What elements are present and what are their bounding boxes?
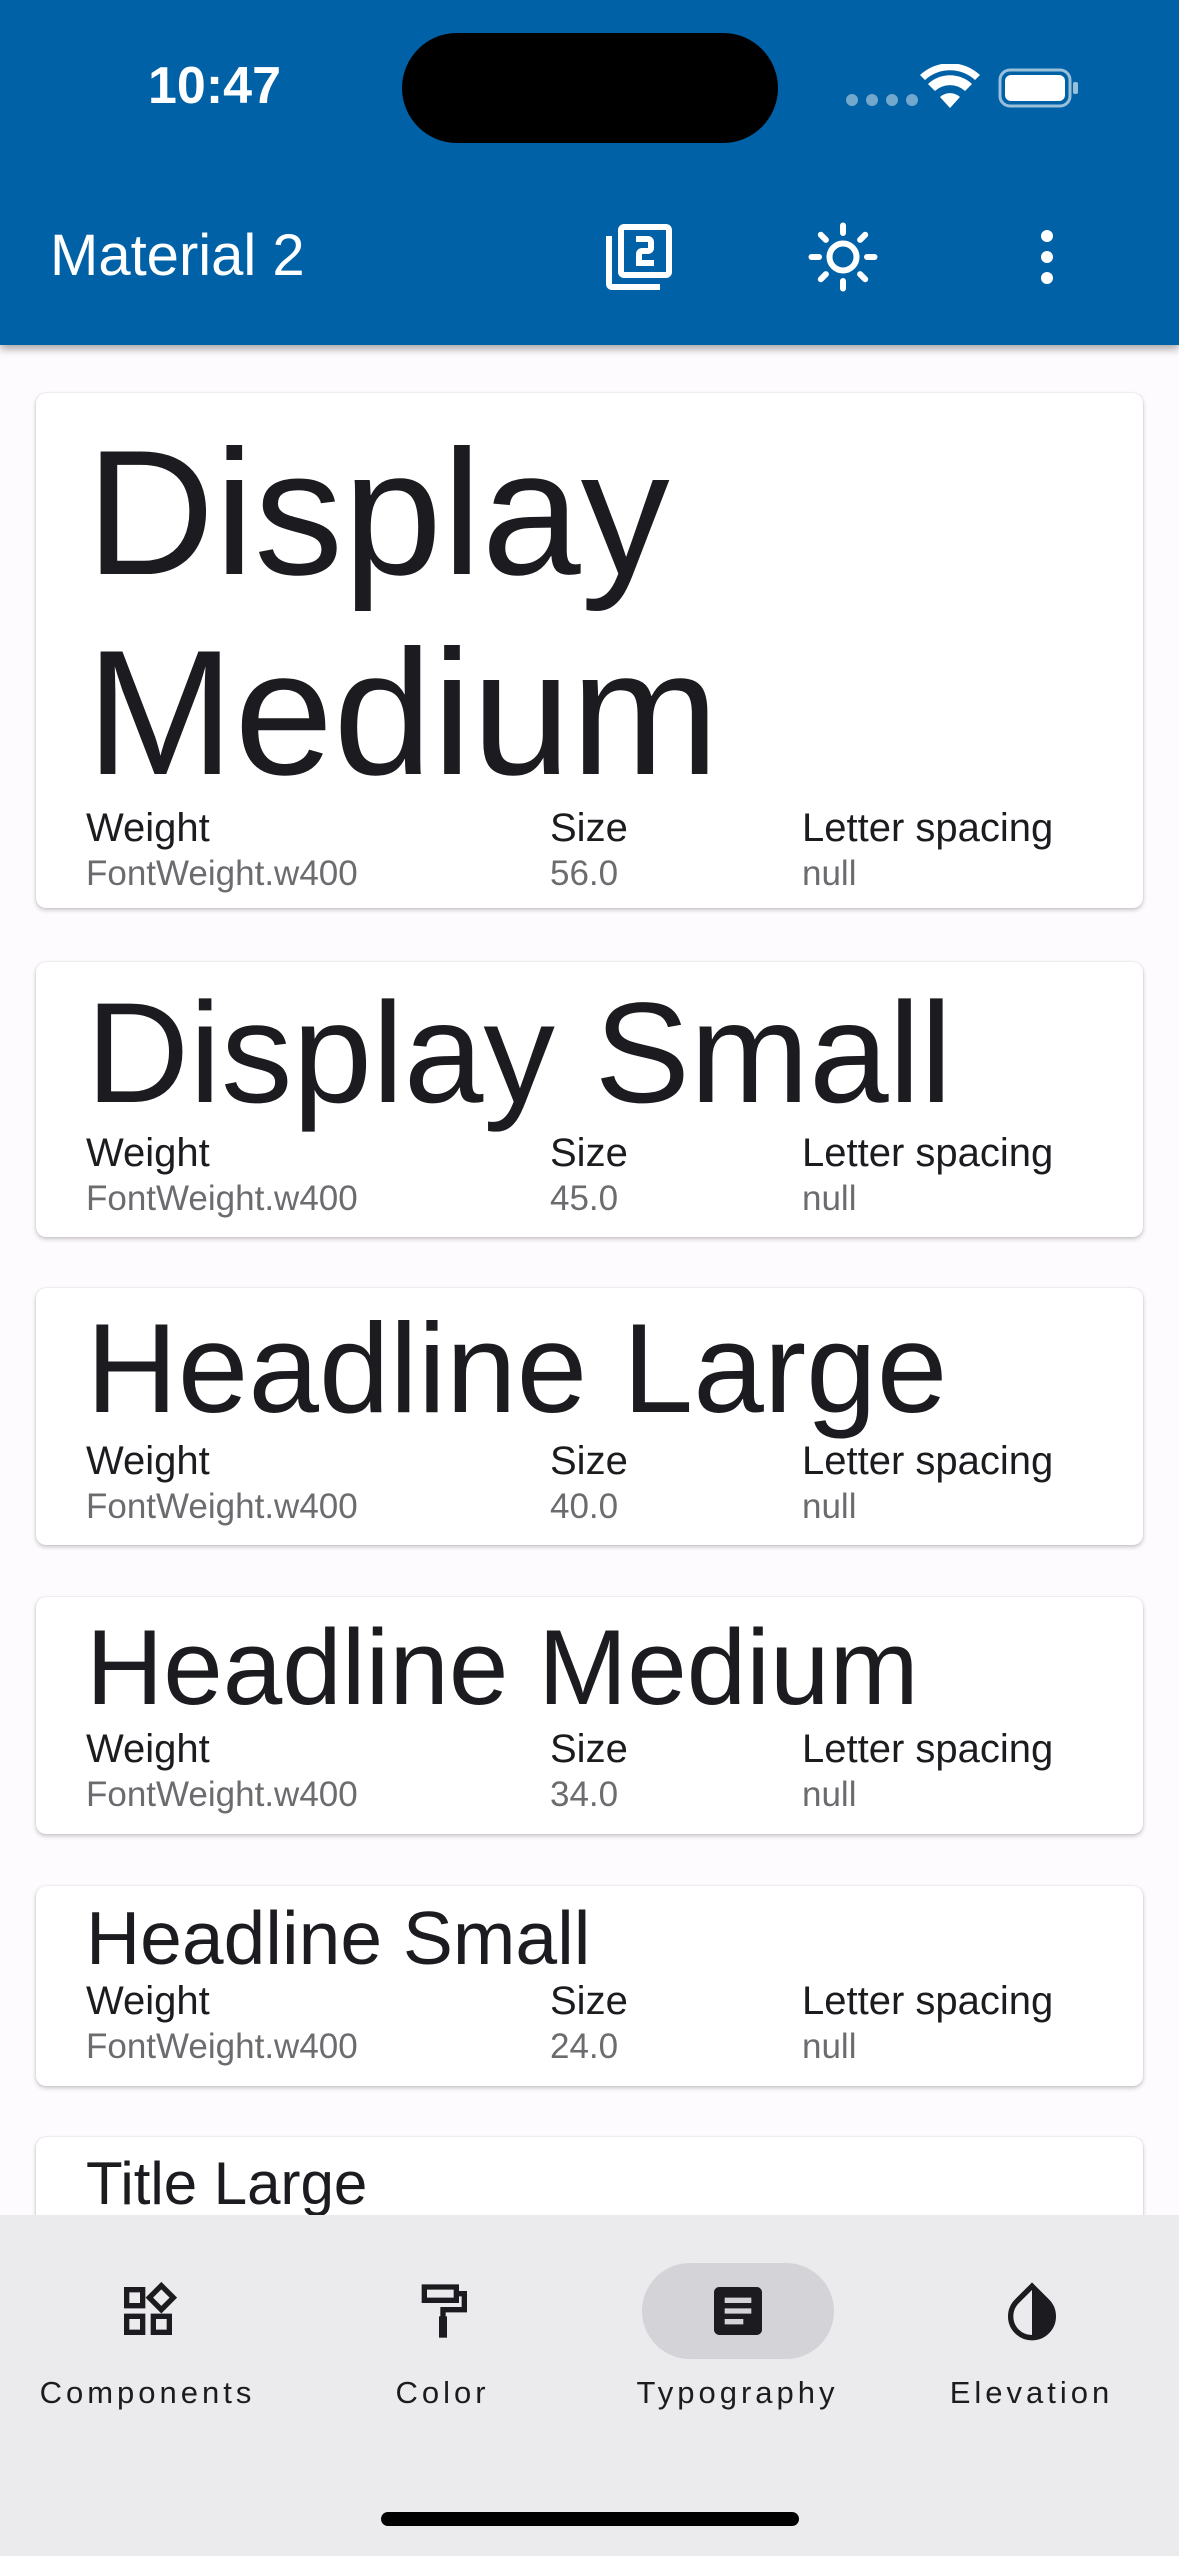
typography-card: Headline Large Weight FontWeight.w400 Siz… xyxy=(36,1288,1143,1545)
material-version-icon xyxy=(606,224,672,290)
format-paint-icon xyxy=(421,2284,467,2338)
typography-card: Headline Small Weight FontWeight.w400 Siz… xyxy=(36,1886,1143,2086)
style-details: Weight FontWeight.w400 Size 56.0 Letter sp… xyxy=(86,805,1126,895)
sample-text: Display Small xyxy=(86,974,953,1133)
size-label: Size xyxy=(550,1979,628,2023)
sample-text: Headline Medium xyxy=(86,1607,919,1727)
nav-label: Components xyxy=(39,2375,256,2410)
letter-spacing-label: Letter spacing xyxy=(802,806,1054,850)
letter-spacing-label: Letter spacing xyxy=(802,1979,1054,2023)
typography-card: Headline Medium Weight FontWeight.w400 Si… xyxy=(36,1597,1143,1834)
typography-card: Display Small Weight FontWeight.w400 Size… xyxy=(36,962,1143,1237)
weight-value: FontWeight.w400 xyxy=(86,1775,358,1814)
app-title: Material 2 xyxy=(50,223,305,288)
letter-spacing-value: null xyxy=(802,1775,857,1814)
letter-spacing-value: null xyxy=(802,2027,857,2066)
letter-spacing-label: Letter spacing xyxy=(802,1439,1054,1483)
letter-spacing-value: null xyxy=(802,1179,857,1218)
brightness-icon xyxy=(808,222,878,292)
app-bar: 10:47 Material 2 xyxy=(0,0,1179,345)
sample-text: Display Medium xyxy=(86,413,720,812)
size-label: Size xyxy=(550,1131,628,1175)
weight-label: Weight xyxy=(86,1727,210,1771)
sample-text: Title Large xyxy=(86,2150,368,2215)
sample-text: Headline Small xyxy=(86,1896,591,1980)
battery-icon xyxy=(998,68,1078,108)
size-value: 24.0 xyxy=(550,2027,619,2066)
style-details: Weight FontWeight.w400 Size 45.0 Letter sp… xyxy=(86,1130,1126,1220)
typography-card: Title Large xyxy=(36,2137,1143,2215)
size-label: Size xyxy=(550,1439,628,1483)
letter-spacing-label: Letter spacing xyxy=(802,1131,1054,1175)
nav-icon-container xyxy=(52,2263,244,2359)
cellular-signal-icon xyxy=(846,94,918,106)
size-value: 34.0 xyxy=(550,1775,619,1814)
status-time: 10:47 xyxy=(148,57,281,115)
style-details: Weight FontWeight.w400 Size 24.0 Letter sp… xyxy=(86,1978,1126,2068)
weight-value: FontWeight.w400 xyxy=(86,2027,358,2066)
weight-label: Weight xyxy=(86,1131,210,1175)
nav-item-color[interactable]: Color xyxy=(295,2263,590,2423)
weight-value: FontWeight.w400 xyxy=(86,854,358,893)
home-indicator[interactable] xyxy=(381,2512,799,2526)
typography-list[interactable]: Display Medium Weight FontWeight.w400 Siz… xyxy=(0,345,1179,2215)
nav-label: Elevation xyxy=(949,2375,1114,2410)
more-options-button[interactable] xyxy=(1005,215,1089,299)
weight-label: Weight xyxy=(86,1439,210,1483)
nav-item-components[interactable]: Components xyxy=(0,2263,295,2423)
weight-label: Weight xyxy=(86,806,210,850)
nav-icon-container xyxy=(347,2263,539,2359)
more-vert-icon xyxy=(1041,230,1053,284)
article-icon xyxy=(713,2287,762,2335)
sample-text: Headline Large xyxy=(86,1297,948,1439)
nav-item-elevation[interactable]: Elevation xyxy=(884,2263,1179,2423)
dynamic-island xyxy=(402,33,778,143)
widgets-icon xyxy=(123,2281,177,2335)
wifi-icon xyxy=(920,64,980,108)
letter-spacing-value: null xyxy=(802,854,857,893)
bottom-navigation-bar: Components Color Typography Elevation xyxy=(0,2215,1179,2556)
style-details: Weight FontWeight.w400 Size 34.0 Letter sp… xyxy=(86,1726,1126,1816)
nav-item-typography[interactable]: Typography xyxy=(590,2263,885,2423)
weight-value: FontWeight.w400 xyxy=(86,1179,358,1218)
size-label: Size xyxy=(550,806,628,850)
brightness-button[interactable] xyxy=(801,215,885,299)
letter-spacing-value: null xyxy=(802,1487,857,1526)
size-label: Size xyxy=(550,1727,628,1771)
letter-spacing-label: Letter spacing xyxy=(802,1727,1054,1771)
weight-value: FontWeight.w400 xyxy=(86,1487,358,1526)
size-value: 45.0 xyxy=(550,1179,619,1218)
nav-label: Typography xyxy=(636,2375,839,2410)
nav-label: Color xyxy=(395,2375,490,2410)
size-value: 40.0 xyxy=(550,1487,619,1526)
typography-card: Display Medium Weight FontWeight.w400 Siz… xyxy=(36,393,1143,908)
size-value: 56.0 xyxy=(550,854,619,893)
weight-label: Weight xyxy=(86,1979,210,2023)
opacity-icon xyxy=(1007,2282,1056,2341)
material-version-button[interactable] xyxy=(597,215,681,299)
nav-icon-container xyxy=(936,2263,1128,2359)
style-details: Weight FontWeight.w400 Size 40.0 Letter sp… xyxy=(86,1438,1126,1528)
nav-indicator xyxy=(641,2263,834,2359)
